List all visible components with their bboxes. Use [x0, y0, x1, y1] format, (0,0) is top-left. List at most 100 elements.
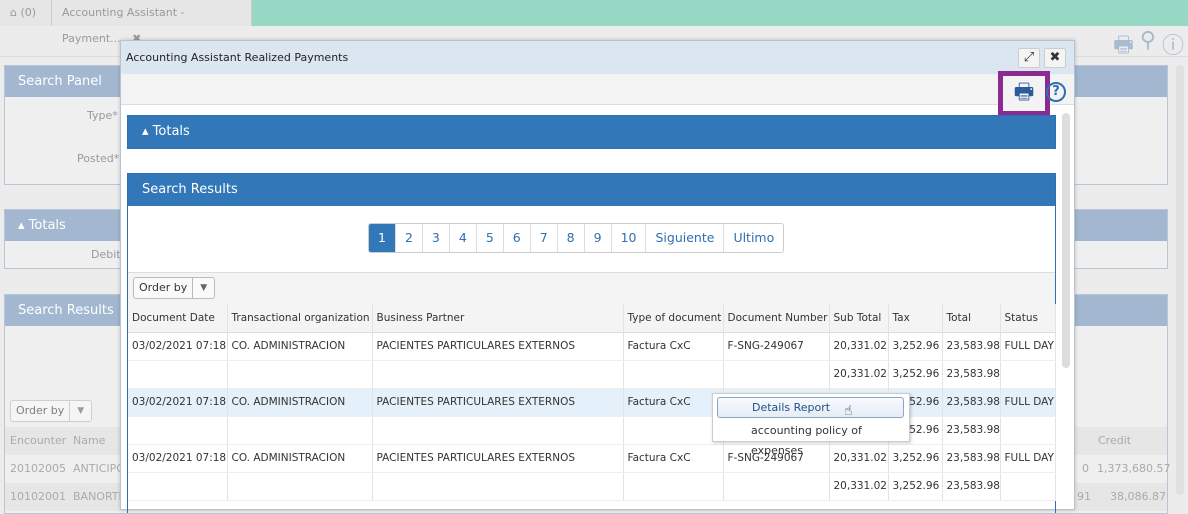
column-header[interactable]: Sub Total: [829, 304, 889, 333]
cell-tax: 3,252.96: [888, 360, 943, 389]
empty-cell: [1000, 472, 1056, 501]
hand-cursor-icon: ☝: [844, 403, 853, 419]
empty-cell: [128, 472, 228, 501]
close-button[interactable]: ✖: [1044, 48, 1066, 68]
column-header[interactable]: Total: [942, 304, 1001, 333]
tab-accounting-assistant[interactable]: Accounting Assistant - Payment... ✖: [52, 0, 252, 45]
cell-status: FULL DAY: [1000, 332, 1056, 361]
empty-cell: [372, 360, 624, 389]
menu-item-details-report[interactable]: Details Report: [717, 397, 904, 418]
cell-org: CO. ADMINISTRACION: [227, 444, 373, 473]
search-icon[interactable]: ⚲: [1140, 28, 1156, 66]
print-button[interactable]: 🖶: [998, 71, 1050, 116]
tab-home[interactable]: ⌂ (0): [0, 0, 52, 26]
empty-cell: [623, 416, 724, 445]
page-4[interactable]: 4: [448, 224, 476, 252]
table-row[interactable]: 03/02/2021 07:18 CO. ADMINISTRACION PACIEN…: [128, 444, 1056, 473]
column-header[interactable]: Business Partner: [372, 304, 624, 333]
table-subrow: 20,331.02 3,252.96 23,583.98: [128, 472, 1056, 501]
empty-cell: [227, 472, 373, 501]
cell-partner: PACIENTES PARTICULARES EXTERNOS: [372, 388, 624, 417]
debit-label: Debit: [91, 248, 121, 261]
cell-org: CO. ADMINISTRACION: [227, 388, 373, 417]
page-2[interactable]: 2: [394, 224, 422, 252]
cell-subtotal: 20,331.02: [829, 332, 889, 361]
order-by-dropdown[interactable]: Order by ▼: [10, 400, 93, 422]
page-8[interactable]: 8: [556, 224, 584, 252]
empty-cell: [227, 416, 373, 445]
column-header[interactable]: Credit: [1098, 427, 1131, 455]
totals-panel: ▴ Totals: [127, 115, 1056, 149]
page-10[interactable]: 10: [610, 224, 646, 252]
posted-label: Posted*: [77, 152, 120, 165]
cell-total: 23,583.98: [942, 444, 1001, 473]
cell-type: Factura CxC: [623, 388, 724, 417]
table-subrow: 20,331.02 3,252.96 23,583.98: [128, 360, 1056, 389]
empty-cell: [623, 472, 724, 501]
page-siguiente[interactable]: Siguiente: [645, 224, 724, 252]
home-icon: ⌂: [10, 6, 17, 19]
realized-payments-dialog: Accounting Assistant Realized Payments ⤢…: [120, 40, 1075, 513]
table-row[interactable]: 03/02/2021 07:18 CO. ADMINISTRACION PACIEN…: [128, 332, 1056, 361]
column-header[interactable]: Status: [1000, 304, 1056, 333]
cell-total: 23,583.98: [942, 332, 1001, 361]
menu-item-accounting-policy[interactable]: accounting policy of expenses: [717, 421, 904, 457]
pagination: 1 2 3 4 5 6 7 8 9 10 Siguiente Ultimo: [368, 223, 785, 253]
cell-status: FULL DAY: [1000, 444, 1056, 473]
context-menu: Details Report accounting policy of expe…: [712, 393, 910, 457]
column-header[interactable]: Encounter: [10, 427, 66, 455]
cell-type: Factura CxC: [623, 444, 724, 473]
cell-subtotal: 20,331.02: [829, 360, 889, 389]
dialog-toolbar: [121, 74, 1074, 105]
print-icon[interactable]: 🖶: [1113, 28, 1134, 66]
column-header[interactable]: Name: [73, 427, 105, 455]
page-3[interactable]: 3: [421, 224, 449, 252]
cell-subtotal: 20,331.02: [829, 444, 889, 473]
table-row[interactable]: 03/02/2021 07:18 CO. ADMINISTRACION PACIEN…: [128, 388, 1056, 417]
cell-tax: 3,252.96: [888, 444, 943, 473]
cell-tax: 3,252.96: [888, 332, 943, 361]
cell-date: 03/02/2021 07:18: [128, 444, 228, 473]
column-header[interactable]: Tax: [888, 304, 943, 333]
cell-total: 23,583.98: [942, 388, 1001, 417]
empty-cell: [128, 416, 228, 445]
results-table: Document Date Transactional organization B…: [128, 304, 1056, 501]
page-toolbar: 🖶 ⚲ ⓘ: [1113, 28, 1184, 66]
page-7[interactable]: 7: [529, 224, 557, 252]
cell-number: F-SNG-249067: [723, 332, 830, 361]
dialog-scrollbar[interactable]: [1062, 113, 1070, 368]
empty-cell: [372, 472, 624, 501]
page-1[interactable]: 1: [369, 224, 395, 252]
empty-cell: [723, 472, 830, 501]
maximize-button[interactable]: ⤢: [1018, 48, 1040, 68]
help-icon[interactable]: ?: [1046, 82, 1066, 102]
cell-type: Factura CxC: [623, 332, 724, 361]
page-ultimo[interactable]: Ultimo: [723, 224, 784, 252]
order-by-dropdown[interactable]: Order by ▼: [133, 277, 216, 299]
empty-cell: [227, 360, 373, 389]
column-header[interactable]: Document Date: [128, 304, 228, 333]
empty-cell: [372, 416, 624, 445]
panel-title: Search Results: [128, 174, 1055, 206]
empty-cell: [1000, 416, 1056, 445]
empty-cell: [723, 360, 830, 389]
cell-tax: 3,252.96: [888, 472, 943, 501]
cell-total: 23,583.98: [942, 360, 1001, 389]
cell-date: 03/02/2021 07:18: [128, 388, 228, 417]
column-header[interactable]: Document Number: [723, 304, 830, 333]
page-scrollbar[interactable]: [1176, 65, 1184, 495]
cell-status: FULL DAY: [1000, 388, 1056, 417]
cell-total: 23,583.98: [942, 416, 1001, 445]
help-icon[interactable]: ⓘ: [1162, 28, 1184, 66]
empty-cell: [1000, 360, 1056, 389]
page-5[interactable]: 5: [475, 224, 503, 252]
cell-total: 23,583.98: [942, 472, 1001, 501]
totals-toggle[interactable]: ▴ Totals: [128, 116, 1055, 148]
page-6[interactable]: 6: [502, 224, 530, 252]
column-header[interactable]: Type of document: [623, 304, 724, 333]
table-subrow: 3,252.96 23,583.98: [128, 416, 1056, 445]
print-icon: 🖶: [1013, 79, 1035, 105]
page-9[interactable]: 9: [583, 224, 611, 252]
column-header[interactable]: Transactional organization: [227, 304, 373, 333]
cell-org: CO. ADMINISTRACION: [227, 332, 373, 361]
